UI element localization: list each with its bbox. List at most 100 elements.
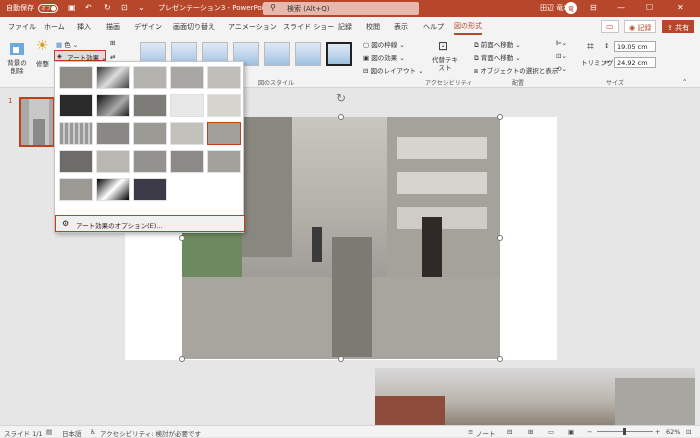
art-effect-5[interactable] [207,66,241,89]
search-input[interactable]: ⚲ 検索 (Alt+Q) [263,2,419,15]
slideshow-view-icon[interactable]: ▣ [568,428,574,436]
share-button[interactable]: ⇪ 共有 [662,20,695,33]
art-effect-22[interactable] [96,178,130,201]
remove-background-button[interactable]: 背景の削除 [6,59,28,75]
tab-review[interactable]: 校閲 [366,22,380,32]
selection-pane-button[interactable]: ⧈ オブジェクトの選択と表示 [474,65,558,76]
art-effect-19[interactable] [170,150,204,173]
slide-thumbnail[interactable] [19,97,55,147]
comments-button[interactable]: ▭ [601,20,619,33]
art-effect-3[interactable] [133,66,167,89]
art-effect-16[interactable] [59,150,93,173]
picture-style-6[interactable] [295,42,321,66]
picture-border-button[interactable]: ▢ 図の枠線 ⌄ [363,39,405,49]
alt-text-icon[interactable]: ⊡ [438,39,448,53]
align-icon[interactable]: ⊫⌄ [556,39,567,47]
selection-pane-label: オブジェクトの選択と表示 [480,67,559,75]
tab-help[interactable]: ヘルプ [423,22,444,32]
art-effect-6[interactable] [59,94,93,117]
tab-picture-format[interactable]: 図の形式 [454,21,482,35]
tab-transitions[interactable]: 画面切り替え [173,22,215,32]
resize-handle-bottom[interactable] [338,356,344,362]
picture-style-5[interactable] [264,42,290,66]
redo-icon[interactable]: ↻ [104,3,111,12]
height-input[interactable]: 19.05 cm [614,41,656,52]
tab-draw[interactable]: 描画 [106,22,120,32]
resize-handle-bottom-right[interactable] [497,356,503,362]
rotate-icon[interactable]: ⟲⌄ [556,65,567,73]
art-effect-11[interactable] [59,122,93,145]
alt-text-button[interactable]: 代替テキスト [432,56,458,72]
maximize-icon[interactable]: ☐ [646,3,653,12]
corrections-button[interactable]: 修整 [36,58,49,68]
present-icon[interactable]: ⊡ [121,3,128,12]
tab-design[interactable]: デザイン [134,22,162,32]
customize-qat-icon[interactable]: ⌄ [138,3,145,12]
resize-handle-top[interactable] [338,114,344,120]
tab-animations[interactable]: アニメーション [228,22,277,32]
color-button[interactable]: ▦ 色 ⌄ [56,39,78,49]
tab-file[interactable]: ファイル [8,22,36,32]
group-icon[interactable]: ⊡⌄ [556,52,567,60]
minimize-icon[interactable]: — [617,3,625,12]
resize-handle-top-right[interactable] [497,114,503,120]
remove-background-icon[interactable] [9,41,25,57]
art-effect-20[interactable] [207,150,241,173]
art-effect-9[interactable] [170,94,204,117]
bring-forward-button[interactable]: ⧉ 前面へ移動 ⌄ [474,39,521,50]
resize-handle-bottom-left[interactable] [179,356,185,362]
record-button[interactable]: ◉ 記録 [624,20,657,33]
zoom-level[interactable]: 62% [666,428,680,436]
art-effect-7[interactable] [96,94,130,117]
picture-layout-button[interactable]: ⊟ 図のレイアウト ⌄ [363,65,424,75]
art-effect-8[interactable] [133,94,167,117]
picture-layout-label: 図のレイアウト [370,67,417,75]
zoom-out-icon[interactable]: − [587,428,592,436]
picture-style-7[interactable] [326,42,352,66]
change-picture-icon[interactable]: ⇄ [110,53,115,61]
second-picture[interactable] [375,368,695,425]
avatar[interactable]: 竜 [565,2,577,14]
reading-view-icon[interactable]: ▭ [548,428,554,436]
save-icon[interactable]: ▣ [68,3,76,12]
art-effect-21[interactable] [59,178,93,201]
tab-insert[interactable]: 挿入 [77,22,91,32]
slide-sorter-icon[interactable]: ⊞ [528,428,533,436]
resize-handle-right[interactable] [497,235,503,241]
crop-icon[interactable]: ⌗ [587,39,594,54]
tab-view[interactable]: 表示 [394,22,408,32]
width-input[interactable]: 24.92 cm [614,57,656,68]
picture-effects-button[interactable]: ▣ 図の効果 ⌄ [363,52,405,62]
art-effect-12[interactable] [96,122,130,145]
tab-slideshow[interactable]: スライド ショー [283,22,334,32]
zoom-slider-thumb[interactable] [623,428,626,435]
send-backward-button[interactable]: ⧉ 背面へ移動 ⌄ [474,52,521,63]
art-effect-23[interactable] [133,178,167,201]
art-effects-button[interactable]: ◈ アート効果 ⌄ [54,50,107,62]
art-effect-2[interactable] [96,66,130,89]
art-effect-14[interactable] [170,122,204,145]
tab-record[interactable]: 記録 [338,22,352,32]
rotate-handle-icon[interactable]: ↻ [336,91,346,105]
ribbon-display-icon[interactable]: ⊟ [590,3,597,12]
fit-to-window-icon[interactable]: ⊡ [686,428,691,436]
art-effects-icon: ◈ [57,52,62,60]
art-effects-options-item[interactable]: ⚙ アート効果のオプション(E)... [55,215,245,232]
art-effect-15[interactable] [207,122,241,145]
corrections-icon[interactable]: ☀ [36,38,49,54]
art-effect-13[interactable] [133,122,167,145]
collapse-ribbon-icon[interactable]: ⌃ [682,78,687,86]
close-icon[interactable]: ✕ [677,3,684,12]
zoom-in-icon[interactable]: + [655,428,660,436]
normal-view-icon[interactable]: ⊟ [507,428,512,436]
art-effect-18[interactable] [133,150,167,173]
compress-icon[interactable]: ⊞ [110,39,115,47]
art-effect-none[interactable] [59,66,93,89]
undo-icon[interactable]: ↶ [85,3,92,12]
art-effect-10[interactable] [207,94,241,117]
tab-home[interactable]: ホーム [44,22,65,32]
resize-handle-left[interactable] [179,235,185,241]
spellcheck-icon[interactable]: ▤ [46,428,52,436]
art-effect-17[interactable] [96,150,130,173]
art-effect-4[interactable] [170,66,204,89]
